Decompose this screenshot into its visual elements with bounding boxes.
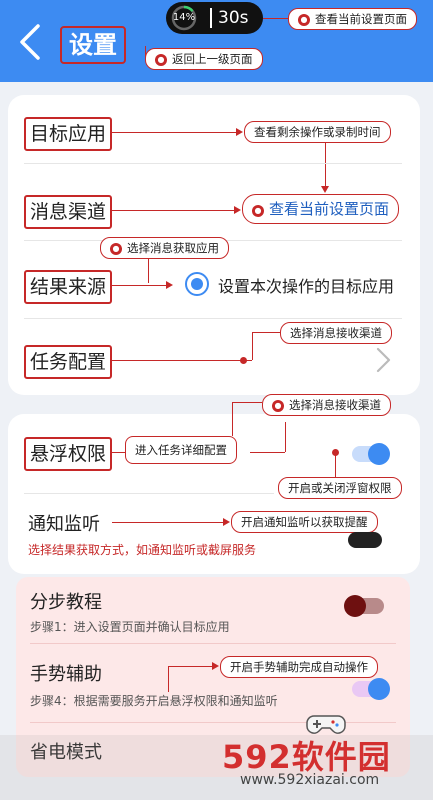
annotation-line [250, 452, 285, 453]
callout-back: ● 返回上一级页面 [145, 48, 263, 70]
annotation-line [252, 332, 253, 360]
row-label-gesture[interactable]: 手势辅助 [30, 660, 102, 686]
arrow-right-icon [166, 281, 173, 289]
annotation-line [112, 360, 252, 361]
callout-channel: 选择消息接收渠道 [280, 322, 392, 344]
callout-view-page: ● 查看当前设置页面 [288, 8, 417, 30]
chevron-right-icon[interactable] [374, 346, 392, 374]
radio-label: 设置本次操作的目标应用 [218, 277, 395, 296]
row-label-target-app[interactable]: 目标应用 [24, 117, 113, 151]
callout-text: 查看当前设置页面 [315, 12, 407, 26]
radio-selected[interactable] [185, 272, 209, 296]
callout-number-badge: ● [272, 400, 284, 412]
callout-notify: 开启通知监听以获取提醒 [231, 511, 378, 533]
arrow-down-icon [321, 186, 329, 193]
row-label-tutorial[interactable]: 分步教程 [30, 588, 102, 614]
callout-text: 开启通知监听以获取提醒 [241, 515, 368, 529]
callout-number-badge: ● [110, 243, 122, 255]
callout-toggle-float: 开启或关闭浮窗权限 [278, 477, 402, 499]
arrow-right-icon [212, 662, 219, 670]
timer-pill[interactable]: 14% 30s [166, 2, 263, 34]
annotation-line [112, 522, 224, 523]
callout-text: 选择消息接收渠道 [290, 326, 382, 340]
annotation-line [168, 666, 169, 692]
arrow-right-icon [234, 206, 241, 214]
annotation-line [112, 132, 237, 133]
annotation-dot [240, 357, 247, 364]
callout-task-detail: 进入任务详细配置 [125, 436, 237, 464]
row-label-float-permission[interactable]: 悬浮权限 [24, 437, 113, 471]
tutorial-toggle-knob[interactable] [344, 595, 366, 617]
callout-text: 进入任务详细配置 [135, 443, 227, 457]
gesture-subtext: 步骤4：根据需要服务开启悬浮权限和通知监听 [30, 694, 278, 708]
row-separator [24, 318, 402, 319]
row-label-result-source[interactable]: 结果来源 [24, 270, 113, 304]
annotation-line [112, 210, 235, 211]
callout-text: 选择消息接收渠道 [289, 398, 381, 412]
callout-number-badge: ● [252, 205, 264, 217]
callout-number-badge: ● [155, 54, 167, 66]
callout-select-app: ● 选择消息获取应用 [100, 237, 229, 259]
annotation-line [148, 255, 149, 283]
row-label-notify[interactable]: 通知监听 [28, 510, 100, 536]
callout-text: 查看当前设置页面 [269, 200, 390, 218]
row-label-channel[interactable]: 消息渠道 [24, 195, 113, 229]
arrow-right-icon [223, 518, 230, 526]
timer-time: 30s [218, 8, 249, 28]
notify-subtext: 选择结果获取方式，如通知监听或截屏服务 [28, 543, 257, 557]
annotation-line [232, 402, 233, 436]
annotation-line [232, 402, 262, 403]
callout-text: 开启或关闭浮窗权限 [288, 481, 392, 495]
callout-number-badge: ● [298, 14, 310, 26]
watermark-url: www.592xiazai.com [240, 772, 380, 788]
notify-toggle-track[interactable] [348, 532, 382, 548]
callout-text: 开启手势辅助完成自动操作 [230, 660, 368, 674]
float-toggle-knob[interactable] [368, 443, 390, 465]
pill-divider [210, 8, 212, 28]
annotation-line [112, 285, 167, 286]
callout-current-page: ● 查看当前设置页面 [242, 194, 400, 224]
arrow-right-icon [236, 128, 243, 136]
row-separator [24, 493, 274, 494]
chevron-left-icon[interactable] [14, 22, 48, 62]
page-title: 设置 [60, 26, 126, 64]
callout-channel-2: ● 选择消息接收渠道 [262, 394, 391, 416]
callout-gesture: 开启手势辅助完成自动操作 [220, 656, 378, 678]
annotation-line [252, 332, 280, 333]
row-separator [24, 163, 402, 164]
annotation-line [263, 18, 289, 19]
annotation-line [335, 455, 336, 477]
gesture-toggle-knob[interactable] [368, 678, 390, 700]
callout-text: 选择消息获取应用 [127, 241, 219, 255]
annotation-line [168, 666, 213, 667]
annotation-line [112, 452, 126, 453]
row-label-task-config[interactable]: 任务配置 [24, 345, 113, 379]
annotation-line [325, 143, 326, 187]
tutorial-subtext: 步骤1：进入设置页面并确认目标应用 [30, 620, 230, 634]
row-separator [30, 643, 396, 644]
callout-remaining: 查看剩余操作或录制时间 [244, 121, 391, 143]
annotation-line [285, 422, 286, 452]
callout-text: 查看剩余操作或录制时间 [254, 125, 381, 139]
callout-text: 返回上一级页面 [172, 52, 253, 66]
progress-percent: 14% [172, 12, 196, 23]
